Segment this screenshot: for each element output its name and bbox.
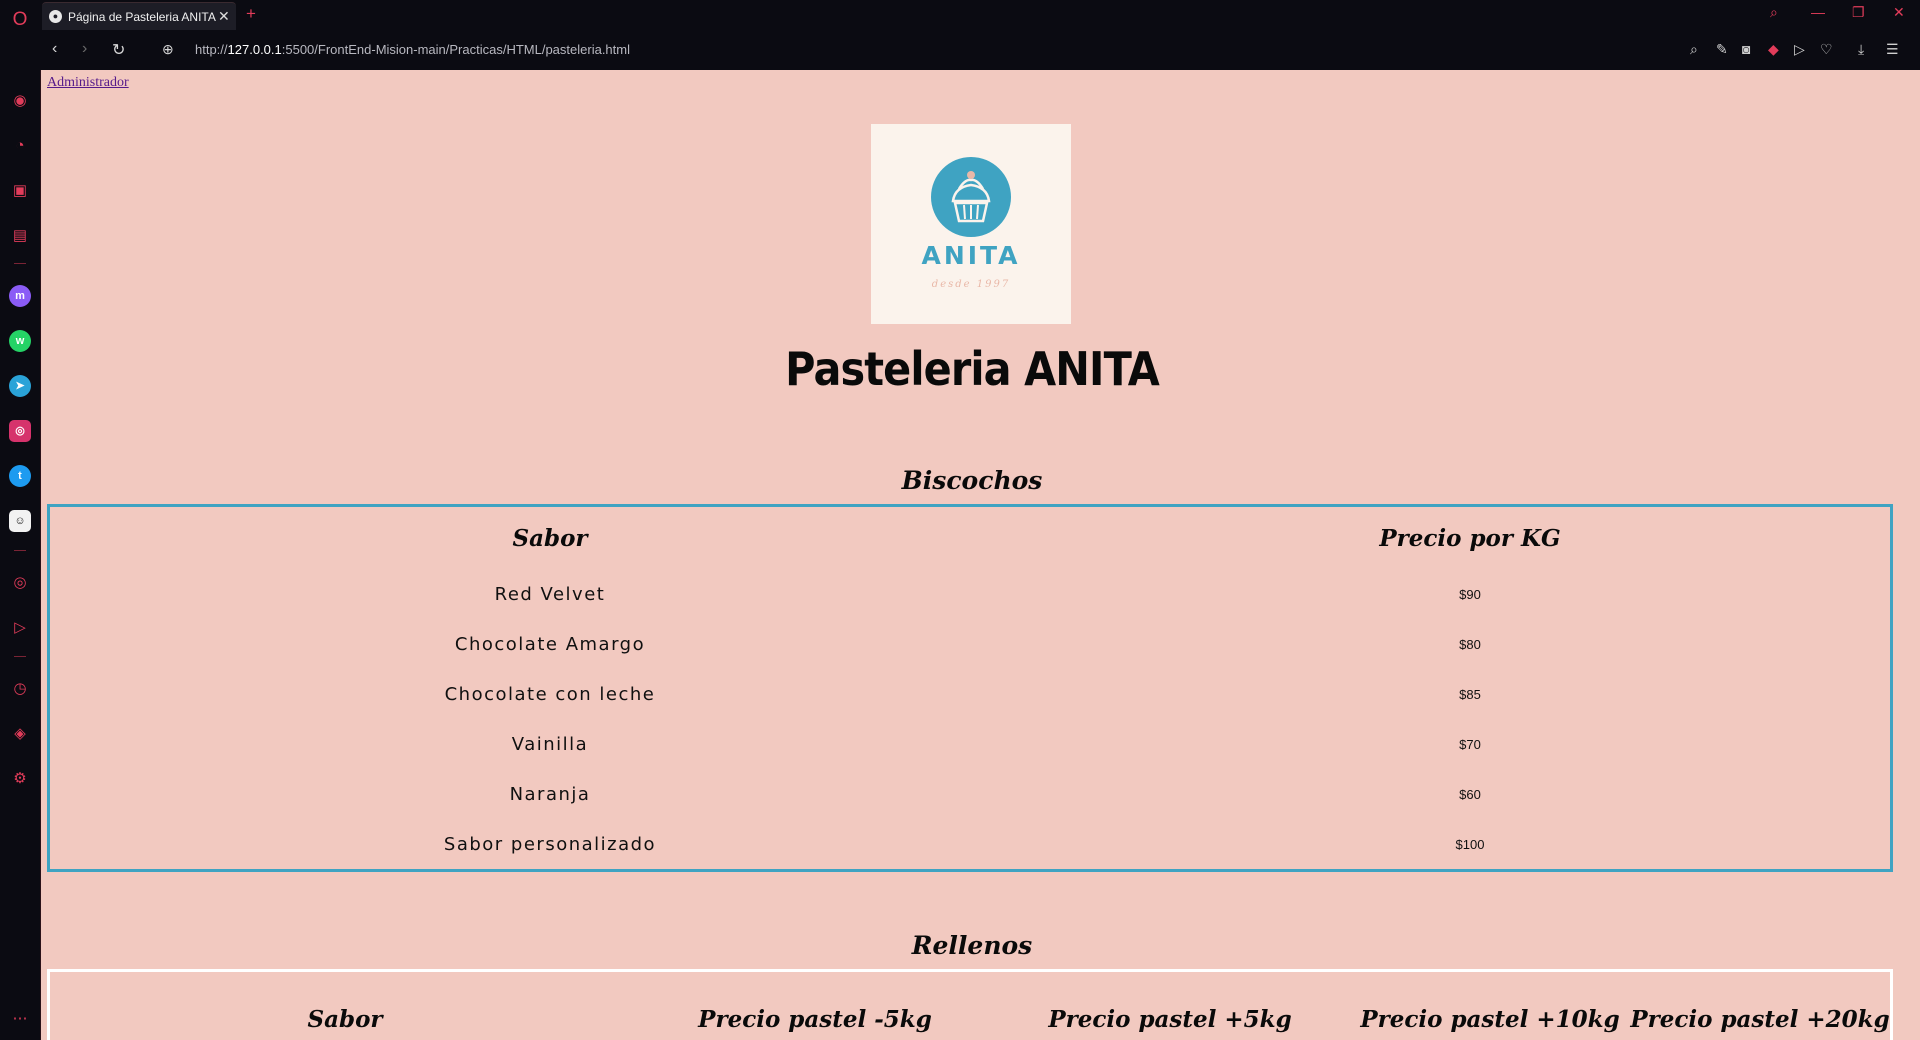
easy-setup-menu-icon[interactable]: ☰: [1886, 41, 1899, 58]
speed-dial-icon[interactable]: ◔: [9, 134, 31, 156]
messenger-icon[interactable]: m: [9, 285, 31, 307]
opera-logo-icon[interactable]: O: [9, 8, 31, 30]
url-host: 127.0.0.1: [227, 42, 282, 57]
column-header-sabor: Sabor: [512, 524, 588, 552]
sidebar-divider: [14, 656, 26, 657]
table-header-row: Sabor Precio pastel -5kg Precio pastel +…: [49, 971, 1892, 1040]
logo-image: ANITA desde 1997: [871, 124, 1071, 324]
rellenos-table: Sabor Precio pastel -5kg Precio pastel +…: [47, 969, 1893, 1040]
biscochos-heading: Biscochos: [901, 466, 1043, 495]
cupcake-logo-icon: [931, 157, 1011, 237]
table-row: Vainilla $70: [49, 719, 1892, 769]
page-scrollbar[interactable]: [1903, 70, 1920, 1040]
url-path: :5500/FrontEnd-Mision-main/Practicas/HTM…: [281, 42, 630, 57]
download-icon[interactable]: ⤓: [1858, 41, 1864, 58]
history-icon[interactable]: ◷: [9, 677, 31, 699]
column-header-mas-5kg: Precio pastel +5kg: [1048, 1005, 1292, 1033]
tab-pasteleria[interactable]: ● Página de Pasteleria ANITA ✕: [42, 2, 236, 31]
twitch-icon[interactable]: ▤: [9, 224, 31, 246]
discord-icon[interactable]: ☺: [9, 510, 31, 532]
reload-icon[interactable]: ↻: [112, 40, 125, 60]
page-title: Pasteleria ANITA: [785, 342, 1160, 396]
biscochos-table: Sabor Precio por KG Red Velvet $90 Choco…: [47, 504, 1893, 872]
logo-wordmark: ANITA: [921, 241, 1021, 270]
instagram-icon[interactable]: ◎: [9, 420, 31, 442]
price-cell: $70: [1459, 736, 1481, 752]
rellenos-heading: Rellenos: [911, 931, 1033, 960]
price-cell: $85: [1459, 686, 1481, 702]
camera-icon[interactable]: ◙: [1742, 41, 1750, 57]
flavor-cell: Red Velvet: [494, 583, 606, 605]
column-header-menos-5kg: Precio pastel -5kg: [698, 1005, 932, 1033]
edit-icon[interactable]: ✎: [1716, 41, 1728, 58]
price-cell: $80: [1459, 636, 1481, 652]
column-header-mas-20kg: Precio pastel +20kg: [1630, 1005, 1890, 1033]
column-header-sabor: Sabor: [307, 1005, 383, 1033]
column-header-mas-10kg: Precio pastel +10kg: [1360, 1005, 1620, 1033]
search-tabs-icon[interactable]: ⌕: [1770, 4, 1778, 21]
flavor-cell: Chocolate Amargo: [454, 633, 646, 655]
url-prefix: http://: [195, 42, 228, 57]
url-field[interactable]: http://127.0.0.1:5500/FrontEnd-Mision-ma…: [195, 42, 630, 57]
flavor-cell: Chocolate con leche: [444, 683, 656, 705]
more-options-icon[interactable]: ⋯: [9, 1007, 31, 1029]
table-row: Chocolate con leche $85: [49, 669, 1892, 719]
back-icon[interactable]: ‹: [52, 40, 57, 58]
flavor-cell: Sabor personalizado: [443, 833, 657, 855]
whatsapp-icon[interactable]: w: [9, 330, 31, 352]
price-cell: $60: [1459, 786, 1481, 802]
close-window-icon[interactable]: ✕: [1893, 4, 1905, 21]
price-cell: $90: [1459, 586, 1481, 602]
gamepad-icon[interactable]: ◉: [9, 89, 31, 111]
price-cell: $100: [1455, 836, 1485, 852]
search-page-icon[interactable]: ⌕: [1690, 41, 1698, 58]
browser-sidebar: O ◉ ◔ ▣ ▤ m w ➤ ◎ t ☺ ◎ ▷ ◷ ◈ ⚙ ⋯: [0, 0, 41, 1040]
bookmark-heart-icon[interactable]: ♡: [1820, 41, 1833, 58]
forward-icon[interactable]: ›: [82, 40, 87, 58]
gaming-bag-icon[interactable]: ▣: [9, 179, 31, 201]
sidebar-divider: [14, 263, 26, 264]
site-info-globe-icon[interactable]: ⊕: [162, 41, 174, 58]
flavor-cell: Naranja: [509, 783, 591, 805]
twitter-icon[interactable]: t: [9, 465, 31, 487]
table-header-row: Sabor Precio por KG: [49, 506, 1892, 570]
flavor-cell: Vainilla: [511, 733, 589, 755]
new-tab-button[interactable]: +: [246, 4, 256, 24]
web-page: Administrador ANITA desde 1997 Pasteleri…: [41, 70, 1903, 1040]
tab-title: Página de Pasteleria ANITA: [68, 10, 216, 24]
telegram-icon[interactable]: ➤: [9, 375, 31, 397]
flow-send-icon[interactable]: ▷: [1794, 41, 1805, 58]
close-tab-icon[interactable]: ✕: [218, 8, 230, 25]
table-row: Naranja $60: [49, 769, 1892, 819]
table-row: Chocolate Amargo $80: [49, 619, 1892, 669]
admin-link[interactable]: Administrador: [47, 75, 129, 91]
address-bar: ‹ › ↻ ⊕ http://127.0.0.1:5500/FrontEnd-M…: [40, 30, 1920, 70]
minimize-icon[interactable]: —: [1811, 4, 1825, 20]
send-icon[interactable]: ▷: [9, 616, 31, 638]
restore-icon[interactable]: ❐: [1852, 4, 1865, 21]
table-row: Red Velvet $90: [49, 569, 1892, 619]
settings-gear-icon[interactable]: ⚙: [9, 767, 31, 789]
logo-tagline: desde 1997: [931, 279, 1011, 290]
vpn-shield-icon[interactable]: ◆: [1768, 41, 1779, 58]
table-row: Sabor personalizado $100: [49, 819, 1892, 871]
globe-icon: ●: [49, 10, 62, 23]
tab-bar: ● Página de Pasteleria ANITA ✕ + ⌕ — ❐ ✕: [40, 0, 1920, 31]
extensions-cube-icon[interactable]: ◈: [9, 722, 31, 744]
column-header-precio: Precio por KG: [1379, 524, 1561, 552]
player-icon[interactable]: ◎: [9, 571, 31, 593]
sidebar-divider: [14, 550, 26, 551]
